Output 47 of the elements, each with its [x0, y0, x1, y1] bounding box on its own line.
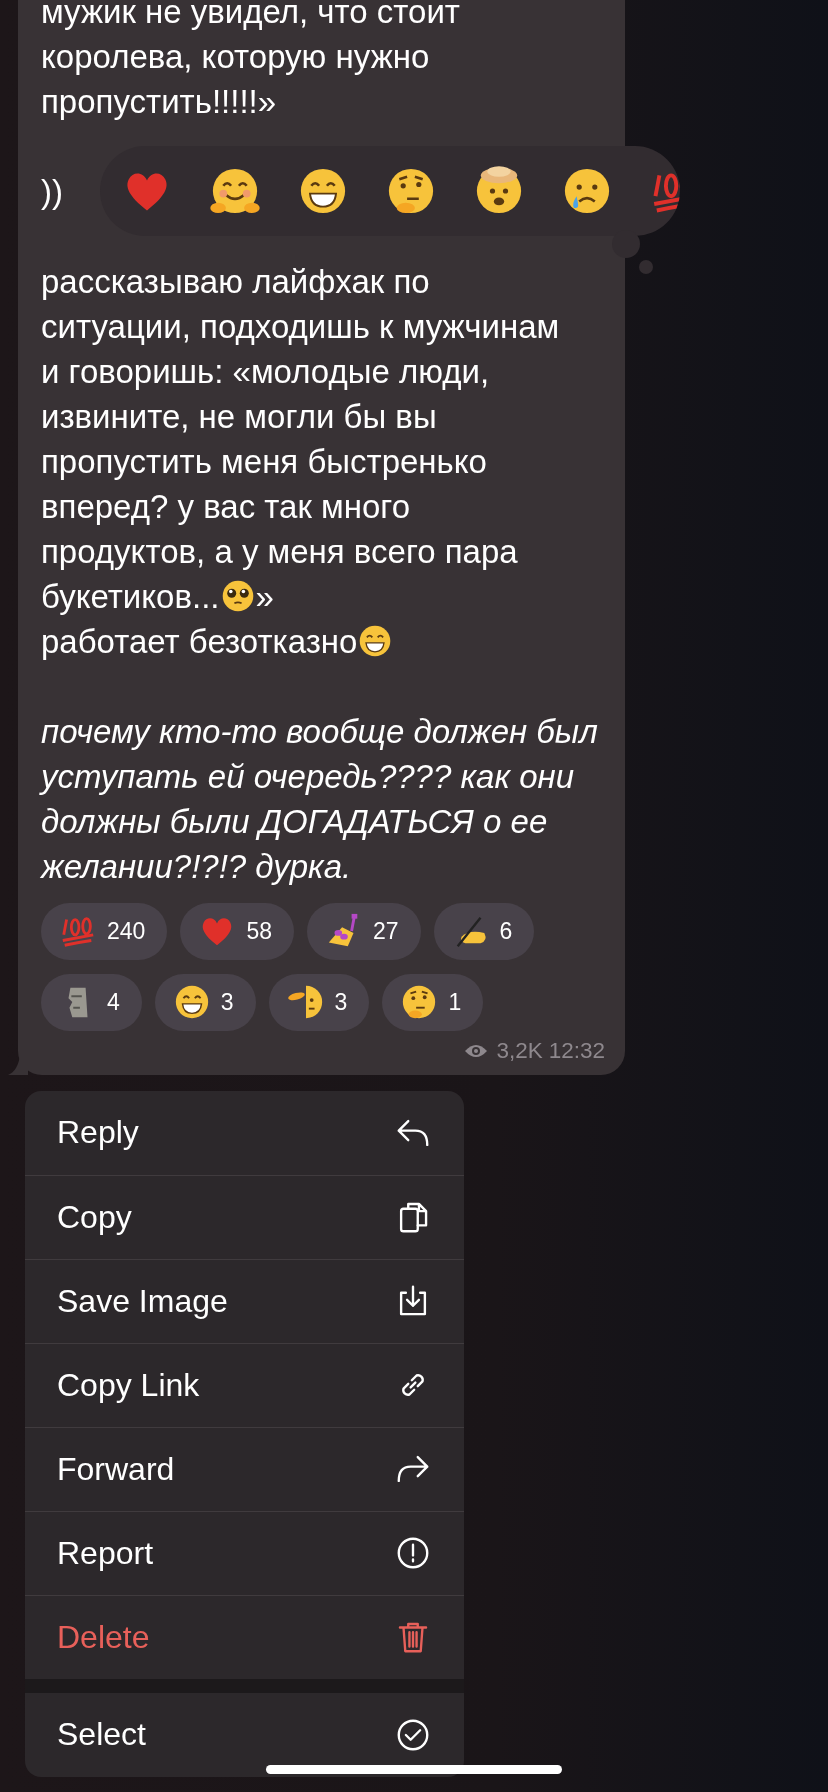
message-text: должны были ДОГАДАТЬСЯ о ее: [41, 801, 548, 842]
message-text: )): [41, 171, 63, 212]
menu-item[interactable]: Copy: [25, 1174, 464, 1259]
menu-item[interactable]: Copy Link: [25, 1342, 464, 1427]
message-text: желании?!?!? дурка.: [41, 846, 352, 887]
reaction-chip[interactable]: 6: [433, 902, 535, 960]
message-text: пропустить меня быстренько: [41, 441, 487, 482]
menu-item[interactable]: Select: [25, 1692, 464, 1777]
message-text: почему кто-то вообще должен был: [41, 711, 598, 752]
menu-item[interactable]: Reply: [25, 1090, 464, 1175]
message-text: продуктов, а у меня всего пара: [41, 531, 518, 572]
message-text: извините, не могли бы вы: [41, 396, 437, 437]
message-text: работает безотказно: [41, 621, 358, 662]
reaction-chip[interactable]: 3: [268, 973, 370, 1031]
reaction-chip[interactable]: 27: [306, 902, 421, 960]
reaction-count: 58: [246, 917, 272, 945]
message-text: пропустить!!!!!»: [41, 81, 277, 122]
message-text: королева, которую нужно: [41, 36, 430, 77]
reaction-count: 27: [372, 917, 399, 945]
reaction-count: 4: [107, 988, 120, 1016]
reaction-chip[interactable]: 4: [41, 973, 142, 1031]
message-text: вперед? у вас так много: [41, 486, 410, 527]
eye-icon: [464, 1042, 489, 1059]
message-text: ситуации, подходишь к мужчинам: [41, 306, 560, 347]
view-count: 3,2K: [496, 1037, 543, 1064]
saluting-face-icon: [286, 983, 325, 1021]
message-text: рассказываю лайфхак по: [41, 261, 430, 302]
reaction-count: 6: [499, 917, 513, 945]
bubble-dot: [639, 260, 653, 274]
menu-item[interactable]: Save Image: [25, 1258, 464, 1343]
reaction-count: 1: [448, 988, 462, 1016]
reaction-chip[interactable]: 3: [154, 973, 256, 1031]
reaction-chip[interactable]: 1: [382, 973, 484, 1031]
menu-item[interactable]: Forward: [25, 1426, 464, 1511]
reaction-count: 3: [220, 988, 234, 1016]
message-time: 12:32: [548, 1037, 605, 1064]
reaction-chip[interactable]: 240: [41, 902, 168, 960]
reaction-chip[interactable]: 58: [180, 902, 294, 960]
reaction-count: 240: [107, 917, 146, 945]
message-text: мужик не увидел, что стоит: [41, 0, 460, 32]
menu-item[interactable]: Report: [25, 1510, 464, 1595]
message-text: »: [255, 576, 274, 617]
reaction-count: 3: [334, 988, 348, 1016]
message-text: и говоришь: «молодые люди,: [41, 351, 490, 392]
message-text: букетиков...: [41, 576, 220, 617]
message-text: уступать ей очередь???? как они: [41, 756, 575, 797]
menu-item[interactable]: Delete: [25, 1594, 464, 1679]
